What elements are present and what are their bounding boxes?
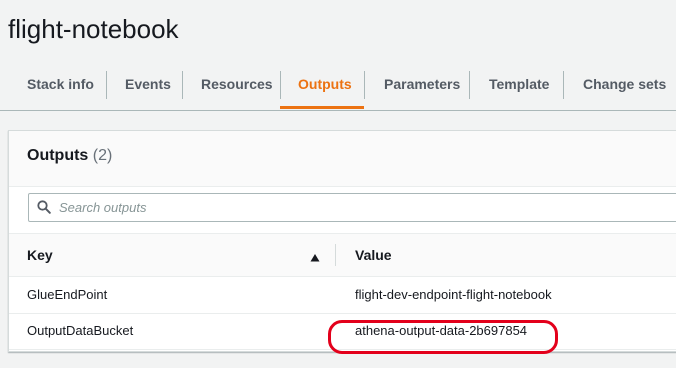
active-tab-indicator — [280, 106, 364, 109]
tab-outputs[interactable]: Outputs — [298, 60, 352, 108]
output-key: GlueEndPoint — [27, 287, 108, 302]
tab-divider — [182, 71, 183, 99]
tab-stack-info[interactable]: Stack info — [27, 60, 94, 108]
tab-bar: Stack info Events Resources Outputs Para… — [0, 60, 676, 111]
tab-change-sets[interactable]: Change sets — [583, 60, 666, 108]
search-box[interactable] — [28, 193, 676, 222]
table-row: GlueEndPoint flight-dev-endpoint-flight-… — [9, 277, 676, 314]
tab-parameters[interactable]: Parameters — [384, 60, 460, 108]
output-key: OutputDataBucket — [27, 323, 134, 338]
page-header: flight-notebook — [0, 0, 676, 60]
column-header-key[interactable]: Key — [27, 234, 53, 276]
outputs-title: Outputs (2) — [27, 147, 112, 165]
tab-divider — [280, 71, 281, 99]
outputs-panel: Outputs (2) Key Value GlueEndPoint fligh… — [8, 130, 676, 352]
search-input[interactable] — [59, 194, 659, 221]
search-icon — [37, 200, 51, 214]
tab-divider — [106, 71, 107, 99]
outputs-table-header: Key Value — [9, 233, 676, 277]
tab-divider — [364, 71, 365, 99]
tab-template[interactable]: Template — [489, 60, 549, 108]
tab-resources[interactable]: Resources — [201, 60, 273, 108]
highlight-annotation — [328, 320, 558, 354]
outputs-count: (2) — [92, 147, 113, 164]
page-title: flight-notebook — [8, 14, 179, 44]
output-value: flight-dev-endpoint-flight-notebook — [355, 287, 552, 302]
outputs-title-label: Outputs — [27, 147, 89, 164]
column-divider[interactable] — [335, 244, 336, 266]
tab-events[interactable]: Events — [125, 60, 171, 108]
sort-ascending-icon[interactable] — [310, 250, 320, 262]
outputs-panel-header: Outputs (2) — [9, 131, 676, 187]
tab-divider — [563, 71, 564, 99]
tab-divider — [469, 71, 470, 99]
column-header-value[interactable]: Value — [355, 234, 392, 276]
